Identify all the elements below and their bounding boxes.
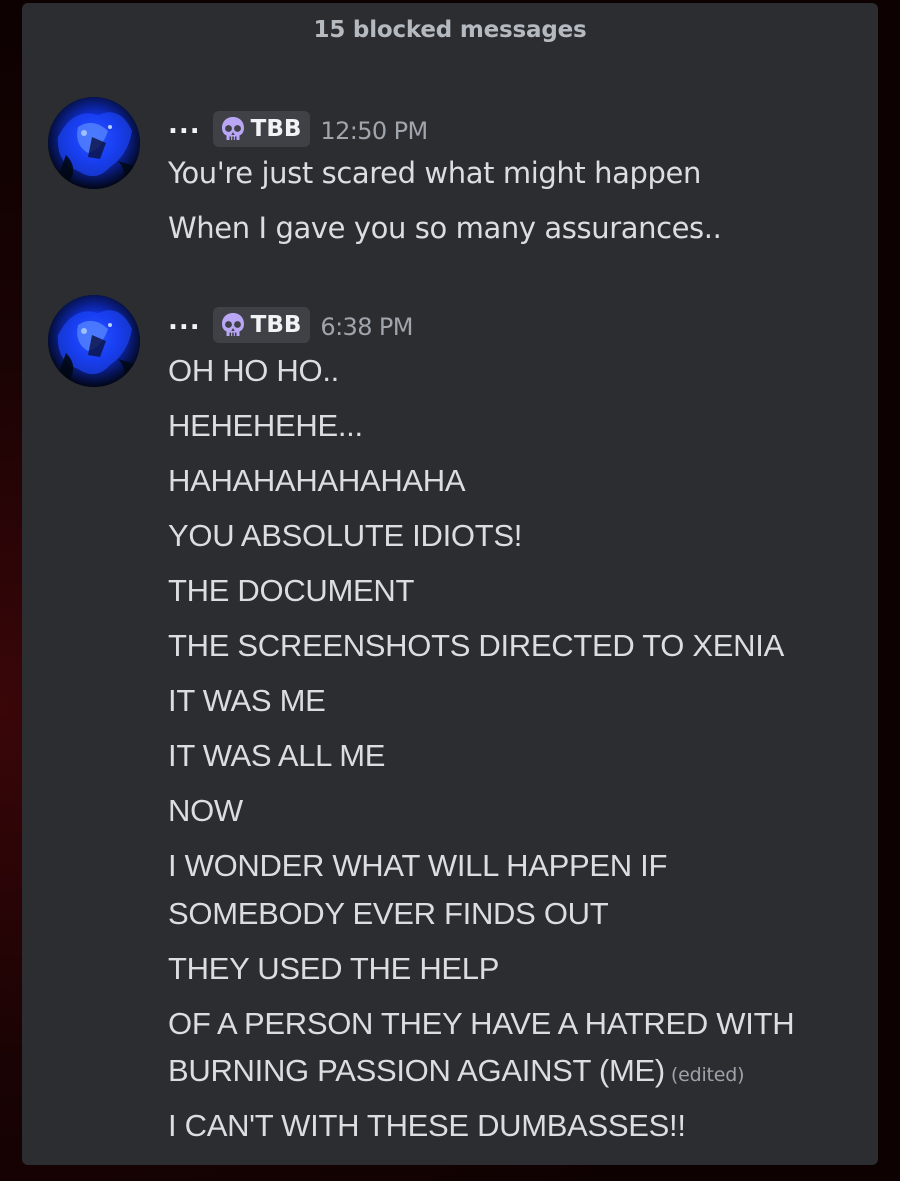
- message-line: When I gave you so many assurances..: [168, 211, 722, 245]
- message-header: ... TBB 12:50 PM: [168, 109, 428, 149]
- message-line: NOW: [168, 793, 243, 828]
- message-text: BURNING PASSION AGAINST (ME): [168, 1053, 665, 1088]
- message-line: You're just scared what might happen: [168, 156, 701, 190]
- edited-label: (edited): [670, 1064, 745, 1086]
- server-tag[interactable]: TBB: [212, 307, 311, 343]
- message-line: IT WAS ME: [168, 683, 326, 718]
- tag-label: TBB: [250, 116, 302, 142]
- timestamp[interactable]: 6:38 PM: [320, 313, 413, 341]
- blocked-messages-notice[interactable]: 15 blocked messages: [22, 17, 878, 43]
- message-line: THE SCREENSHOTS DIRECTED TO XENIA: [168, 628, 784, 663]
- message-line: I WONDER WHAT WILL HAPPEN IF: [168, 848, 668, 883]
- skull-icon: [221, 117, 244, 140]
- message-line: THEY USED THE HELP: [168, 951, 500, 986]
- user-avatar[interactable]: [48, 295, 140, 387]
- tag-label: TBB: [250, 312, 302, 338]
- message-line: OH HO HO..: [168, 353, 339, 388]
- message-line: SOMEBODY EVER FINDS OUT: [168, 896, 609, 931]
- message-line: IT WAS ALL ME: [168, 738, 386, 773]
- message-line: OF A PERSON THEY HAVE A HATRED WITH: [168, 1006, 795, 1041]
- username[interactable]: ...: [168, 110, 201, 140]
- message-line: YOU ABSOLUTE IDIOTS!: [168, 518, 523, 553]
- timestamp[interactable]: 12:50 PM: [320, 117, 428, 145]
- user-avatar[interactable]: [48, 97, 140, 189]
- message-line: THE DOCUMENT: [168, 573, 415, 608]
- message-line: HEHEHEHE...: [168, 408, 363, 443]
- message-header: ... TBB 6:38 PM: [168, 305, 414, 345]
- username[interactable]: ...: [168, 306, 201, 336]
- server-tag[interactable]: TBB: [212, 111, 311, 147]
- message-line: I CAN'T WITH THESE DUMBASSES!!: [168, 1108, 686, 1143]
- skull-icon: [221, 313, 244, 336]
- message-line-edited: BURNING PASSION AGAINST (ME) (edited): [168, 1053, 745, 1089]
- chat-panel: 15 blocked messages ... TBB 12:50 PM You…: [22, 3, 878, 1165]
- message-line: HAHAHAHAHAHAHA: [168, 463, 466, 498]
